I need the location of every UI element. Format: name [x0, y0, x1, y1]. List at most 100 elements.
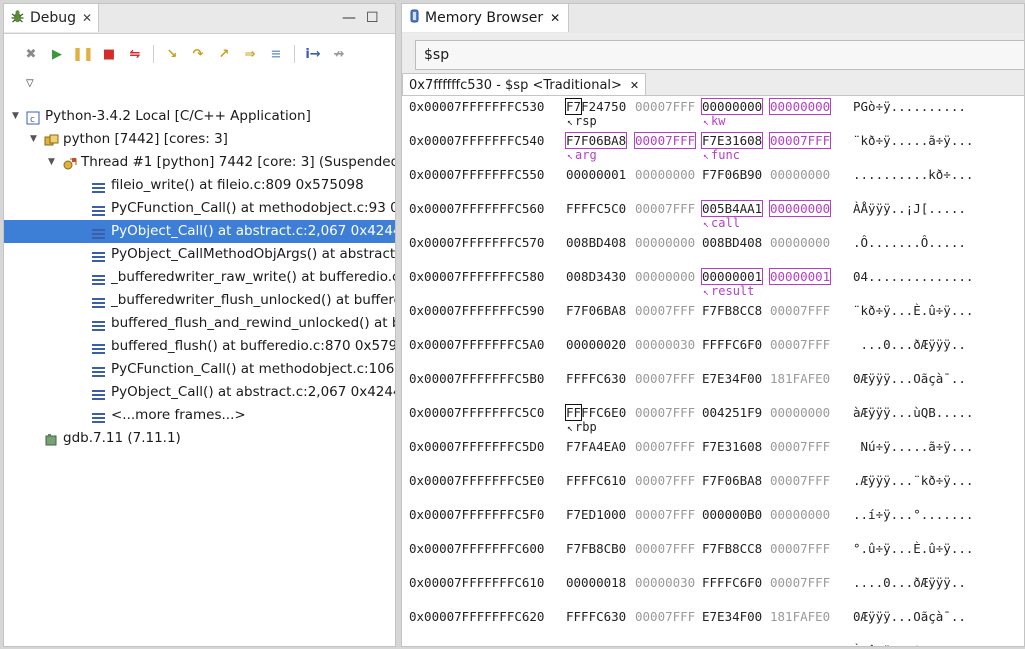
memory-word[interactable]: 00000030	[635, 337, 695, 352]
memory-word[interactable]: 00000000	[635, 167, 695, 182]
memory-word[interactable]: 00007FFF	[635, 371, 695, 386]
memory-rendering-area[interactable]: 0x00007FFFFFFFC530 F7F24750 00007FFF 000000…	[402, 95, 1024, 646]
memory-word[interactable]: 00007FFF	[635, 303, 695, 318]
drop-to-frame-icon[interactable]: ≡	[263, 42, 289, 66]
memory-word[interactable]: 00000000	[635, 235, 695, 250]
memory-word[interactable]: 00007FFF	[635, 643, 695, 646]
remove-terminated-icon[interactable]: ✖	[18, 42, 44, 66]
memory-word[interactable]: 00007FFF	[635, 405, 695, 420]
step-over-icon[interactable]: ↷	[185, 42, 211, 66]
memory-word[interactable]: 00000000	[635, 269, 695, 284]
memory-word[interactable]: F7FB8CC8	[702, 541, 762, 556]
stack-frame-row[interactable]: PyCFunction_Call() at methodobject.c:106…	[4, 358, 395, 381]
tab-memory-browser[interactable]: Memory Browser ✕	[402, 4, 570, 32]
memory-word[interactable]: F7E31608	[700, 132, 764, 149]
close-icon[interactable]: ✕	[550, 11, 560, 25]
memory-word[interactable]: F7E31608	[702, 439, 762, 454]
memory-word[interactable]: FFFFC630	[566, 609, 626, 624]
memory-word[interactable]: 00007FFF	[770, 303, 830, 318]
stack-frame-row[interactable]: buffered_flush() at bufferedio.c:870 0x5…	[4, 335, 395, 358]
memory-word[interactable]: F7FA4EA0	[566, 439, 626, 454]
memory-word[interactable]: 00000001	[768, 268, 832, 285]
memory-word[interactable]: 005B4AA1	[700, 200, 764, 217]
memory-word[interactable]: 008D3430	[566, 269, 626, 284]
memory-word[interactable]: 00007FFF	[635, 99, 695, 114]
memory-word[interactable]: 00007FFF	[770, 337, 830, 352]
tree-item-gdb[interactable]: gdb.7.11 (7.11.1)	[4, 427, 395, 450]
stack-frame-row[interactable]: fileio_write() at fileio.c:809 0x575098	[4, 174, 395, 197]
memory-word[interactable]: 00000000	[770, 405, 830, 420]
memory-word[interactable]: 00000001	[566, 167, 626, 182]
tab-debug[interactable]: Debug ✕	[4, 4, 100, 32]
suspend-icon[interactable]: ❚❚	[70, 42, 96, 66]
step-return-icon[interactable]: ↗	[211, 42, 237, 66]
memory-word[interactable]: F7F06BA8	[702, 473, 762, 488]
stack-frame-row[interactable]: PyObject_Call() at abstract.c:2,067 0x42…	[4, 381, 395, 404]
memory-word[interactable]: 00007FFF	[768, 132, 832, 149]
stack-frame-row[interactable]: PyObject_CallMethodObjArgs() at abstract…	[4, 243, 395, 266]
memory-word[interactable]: 004251F9	[702, 405, 762, 420]
expand-twisty-icon[interactable]: ▼	[12, 105, 22, 128]
run-to-line-icon[interactable]: ⇒	[237, 42, 263, 66]
memory-word[interactable]: 181FAFE0	[770, 371, 830, 386]
memory-word[interactable]: 00007FFF	[770, 439, 830, 454]
tree-item-thread[interactable]: ▼ Thread #1 [python] 7442 [core: 3] (Susp…	[4, 151, 395, 174]
close-icon[interactable]: ✕	[82, 11, 92, 25]
maximize-icon[interactable]: ☐	[366, 10, 379, 26]
memory-word[interactable]: F7F06BA8	[564, 132, 628, 149]
minimize-icon[interactable]: —	[342, 10, 356, 26]
stack-frame-row[interactable]: _bufferedwriter_raw_write() at bufferedi…	[4, 266, 395, 289]
memory-word[interactable]: 00000000	[768, 98, 832, 115]
memory-word[interactable]: 00000020	[566, 337, 626, 352]
expand-twisty-icon[interactable]: ▼	[30, 128, 40, 151]
memory-word[interactable]: 00007FFF	[770, 541, 830, 556]
memory-word[interactable]: FFFFC6E0	[564, 404, 626, 421]
memory-word[interactable]: 000000B0	[702, 507, 762, 522]
memory-word[interactable]: 00000000	[768, 200, 832, 217]
memory-word[interactable]: 00000000	[770, 507, 830, 522]
memory-word[interactable]: 00007FFF	[770, 473, 830, 488]
memory-word[interactable]: 00000000	[770, 235, 830, 250]
memory-word[interactable]: 00007FFF	[635, 473, 695, 488]
memory-word[interactable]: 00007FFF	[635, 439, 695, 454]
memory-word[interactable]: 008BD408	[702, 235, 762, 250]
memory-word[interactable]: E7E34F00	[702, 371, 762, 386]
memory-word[interactable]: FFFFC630	[566, 371, 626, 386]
expand-twisty-icon[interactable]: ▼	[48, 151, 58, 174]
stack-frame-row[interactable]: PyCFunction_Call() at methodobject.c:93 …	[4, 197, 395, 220]
memory-word[interactable]: 000000B0	[702, 643, 762, 646]
terminate-icon[interactable]: ■	[96, 42, 122, 66]
memory-word[interactable]: 00000000	[770, 643, 830, 646]
memory-word[interactable]: F7F24750	[564, 98, 626, 115]
memory-word[interactable]: F7F06BA8	[566, 303, 626, 318]
close-icon[interactable]: ✕	[630, 79, 639, 92]
memory-word[interactable]: 00000000	[700, 98, 764, 115]
stack-frame-row[interactable]: <...more frames...>	[4, 404, 395, 427]
memory-word[interactable]: 008BD408	[566, 235, 626, 250]
tree-item-c-app[interactable]: ▼ c Python-3.4.2 Local [C/C++ Application]	[4, 105, 395, 128]
memory-word[interactable]: 181FAFE0	[770, 609, 830, 624]
instruction-stepping-icon[interactable]: i→	[300, 42, 326, 66]
memory-word[interactable]: F7F06B90	[702, 167, 762, 182]
resume-icon[interactable]: ▶	[44, 42, 70, 66]
memory-word[interactable]: F7FB8CC8	[702, 303, 762, 318]
memory-word[interactable]: 00000030	[635, 575, 695, 590]
use-step-filters-icon[interactable]: ↛	[326, 42, 352, 66]
memory-word[interactable]: 00007FFF	[770, 575, 830, 590]
memory-word[interactable]: F7FB8CC8	[566, 643, 626, 646]
memory-word[interactable]: 00007FFF	[635, 541, 695, 556]
memory-word[interactable]: 00000001	[700, 268, 764, 285]
stack-frame-row[interactable]: _bufferedwriter_flush_unlocked() at buff…	[4, 289, 395, 312]
memory-word[interactable]: F7ED1000	[566, 507, 626, 522]
tree-item-process[interactable]: ▼ python [7442] [cores: 3]	[4, 128, 395, 151]
memory-expression-input[interactable]: $sp	[415, 40, 1024, 70]
memory-word[interactable]: FFFFC610	[566, 473, 626, 488]
memory-word[interactable]: FFFFC5C0	[566, 201, 626, 216]
stack-frame-row[interactable]: buffered_flush_and_rewind_unlocked() at …	[4, 312, 395, 335]
memory-word[interactable]: E7E34F00	[702, 609, 762, 624]
step-into-icon[interactable]: ↘	[159, 42, 185, 66]
memory-word[interactable]: FFFFC6F0	[702, 575, 762, 590]
memory-word[interactable]: 00007FFF	[635, 609, 695, 624]
disconnect-icon[interactable]: ⇋	[122, 42, 148, 66]
memory-word[interactable]: 00000000	[770, 167, 830, 182]
